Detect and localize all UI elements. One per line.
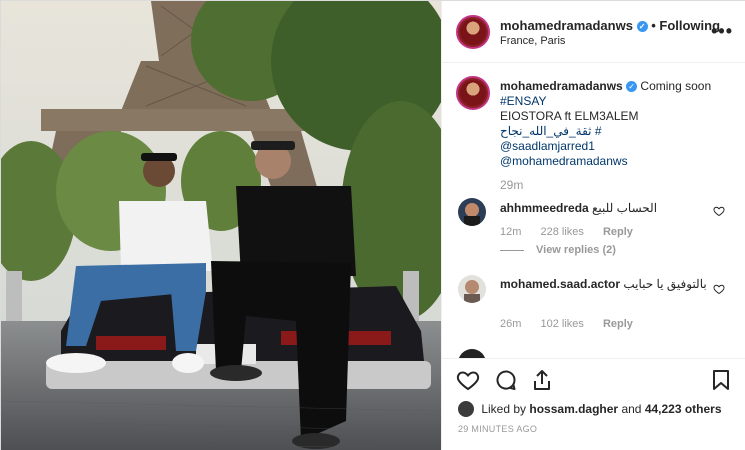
post-frame: mohamedramadanws ✓ • Following France, P… (0, 0, 745, 450)
reply-button[interactable]: Reply (603, 226, 633, 238)
liked-by-prefix: Liked by (481, 402, 527, 416)
hashtag-link[interactable]: #ENSAY (500, 94, 546, 108)
comment-bubble-icon[interactable] (494, 368, 518, 392)
like-heart-icon[interactable] (456, 368, 480, 392)
separator-dot: • (651, 18, 656, 33)
post-actions: Liked by hossam.dagher and 44,223 others… (442, 358, 745, 450)
posted-time[interactable]: 29 MINUTES AGO (458, 424, 537, 434)
comment-avatar[interactable] (458, 275, 486, 303)
comment-text: mohamed.saad.actor بالتوفيق يا حبايب (500, 277, 710, 292)
save-bookmark-icon[interactable] (709, 368, 733, 392)
comment-meta: 26m 102 likes Reply (500, 318, 649, 330)
comment-username[interactable]: ahhmmeedreda (500, 201, 589, 215)
comment-username[interactable]: mohamed.saad.actor (500, 277, 620, 291)
caption-text: mohamedramadanws ✓ Coming soon #ENSAY EI… (500, 79, 735, 169)
caption-avatar[interactable] (456, 76, 490, 110)
comment-avatar[interactable] (458, 198, 486, 226)
liked-by-and: and (621, 402, 642, 416)
author-avatar[interactable] (456, 15, 490, 49)
liked-by-user[interactable]: hossam.dagher (529, 402, 618, 416)
share-icon[interactable] (530, 368, 554, 392)
comment-body: الحساب للبيع (592, 201, 658, 215)
mention-link-2[interactable]: @mohamedramadanws (500, 154, 628, 168)
mention-link-1[interactable]: @saadlamjarred1 (500, 139, 595, 153)
view-replies-label: View replies (2) (536, 244, 616, 256)
post-image (1, 1, 441, 450)
comment-text: ahhmmeedreda الحساب للبيع (500, 201, 710, 216)
avatar-image (464, 280, 480, 303)
author-line: mohamedramadanws ✓ • Following (500, 18, 720, 33)
view-replies-line (500, 249, 524, 251)
avatar-image (464, 203, 480, 226)
comment-like-heart-icon[interactable] (713, 283, 725, 295)
more-options-icon[interactable]: ••• (711, 21, 733, 42)
comments-section[interactable]: mohamedramadanws ✓ Coming soon #ENSAY EI… (442, 63, 745, 358)
caption-hashtag-arabic[interactable]: # ثقة_في_الله_نجاح (500, 124, 602, 138)
post-location[interactable]: France, Paris (500, 35, 565, 47)
comment-likes[interactable]: 228 likes (540, 226, 583, 238)
comment-avatar[interactable] (458, 349, 486, 358)
view-replies-button[interactable]: View replies (2) (500, 244, 616, 256)
author-username[interactable]: mohamedramadanws (500, 18, 633, 33)
verified-badge-icon: ✓ (626, 81, 638, 92)
comment-body: بالتوفيق يا حبايب (623, 277, 707, 291)
caption-line-2: EIOSTORA ft ELM3ALEM (500, 109, 639, 123)
reply-button[interactable]: Reply (603, 318, 633, 330)
comment-likes[interactable]: 102 likes (540, 318, 583, 330)
liker-avatar (458, 401, 474, 417)
verified-badge-icon: ✓ (636, 21, 648, 32)
post-photo[interactable] (1, 1, 441, 450)
post-header: mohamedramadanws ✓ • Following France, P… (442, 1, 745, 63)
comment-like-heart-icon[interactable] (713, 205, 725, 217)
caption-username[interactable]: mohamedramadanws (500, 79, 623, 93)
comment-time[interactable]: 26m (500, 318, 521, 330)
post-side-panel: mohamedramadanws ✓ • Following France, P… (441, 1, 745, 450)
comment-meta: 12m 228 likes Reply (500, 226, 649, 238)
liked-by-count[interactable]: 44,223 others (645, 402, 722, 416)
caption-time[interactable]: 29m (500, 178, 523, 192)
comment-time[interactable]: 12m (500, 226, 521, 238)
liked-by-summary[interactable]: Liked by hossam.dagher and 44,223 others (458, 401, 722, 417)
caption-line-1: Coming soon (640, 79, 712, 93)
